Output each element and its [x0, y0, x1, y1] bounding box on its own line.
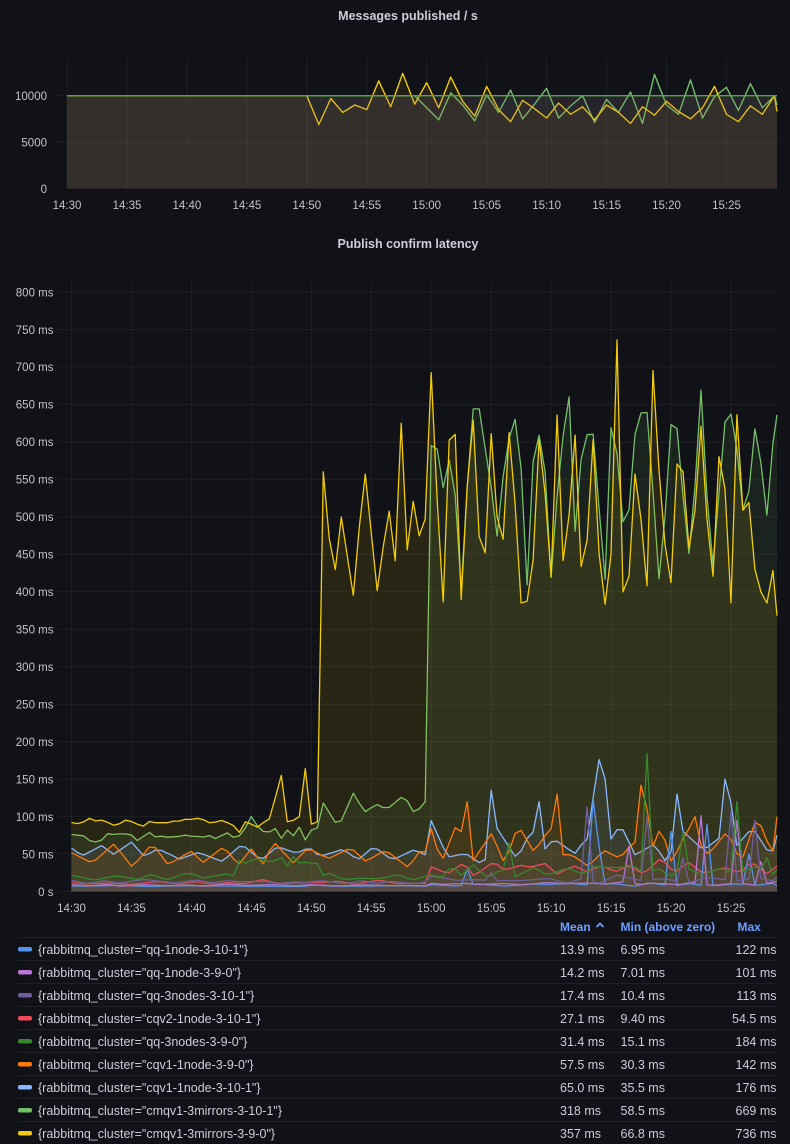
svg-text:650 ms: 650 ms — [16, 400, 54, 412]
svg-text:7.01 ms: 7.01 ms — [621, 966, 665, 980]
svg-text:10.4 ms: 10.4 ms — [621, 989, 665, 1003]
svg-text:14:40: 14:40 — [173, 200, 202, 212]
svg-text:14:45: 14:45 — [237, 903, 266, 915]
svg-text:Max: Max — [738, 920, 762, 934]
svg-text:14:50: 14:50 — [297, 903, 326, 915]
svg-text:15:20: 15:20 — [657, 903, 686, 915]
svg-text:35.5 ms: 35.5 ms — [621, 1081, 665, 1095]
svg-text:0: 0 — [41, 184, 47, 196]
svg-text:Mean: Mean — [560, 920, 591, 934]
svg-text:6.95 ms: 6.95 ms — [621, 943, 665, 957]
svg-text:15:10: 15:10 — [537, 903, 566, 915]
svg-text:10000: 10000 — [15, 91, 47, 103]
svg-text:176 ms: 176 ms — [736, 1081, 777, 1095]
svg-text:700 ms: 700 ms — [16, 362, 54, 374]
svg-text:65.0 ms: 65.0 ms — [560, 1081, 604, 1095]
svg-text:14:35: 14:35 — [117, 903, 146, 915]
svg-text:14:35: 14:35 — [113, 200, 142, 212]
svg-text:9.40 ms: 9.40 ms — [621, 1012, 665, 1026]
svg-text:{rabbitmq_cluster="cqv2-1node-: {rabbitmq_cluster="cqv2-1node-3-10-1"} — [38, 1012, 261, 1026]
svg-text:450 ms: 450 ms — [16, 550, 54, 562]
svg-text:15:25: 15:25 — [717, 903, 746, 915]
svg-text:113 ms: 113 ms — [736, 989, 776, 1003]
svg-text:101 ms: 101 ms — [736, 966, 777, 980]
svg-text:142 ms: 142 ms — [736, 1058, 777, 1072]
svg-text:57.5 ms: 57.5 ms — [560, 1058, 604, 1072]
svg-text:{rabbitmq_cluster="qq-3nodes-3: {rabbitmq_cluster="qq-3nodes-3-10-1"} — [38, 989, 254, 1003]
svg-text:50 ms: 50 ms — [22, 849, 54, 861]
svg-text:15:15: 15:15 — [592, 200, 621, 212]
svg-text:318 ms: 318 ms — [560, 1104, 601, 1118]
svg-text:Min (above zero): Min (above zero) — [621, 920, 716, 934]
svg-text:400 ms: 400 ms — [16, 587, 54, 599]
svg-text:27.1 ms: 27.1 ms — [560, 1012, 604, 1026]
svg-text:{rabbitmq_cluster="cmqv1-3mirr: {rabbitmq_cluster="cmqv1-3mirrors-3-9-0"… — [38, 1127, 275, 1141]
svg-text:66.8 ms: 66.8 ms — [621, 1127, 665, 1141]
svg-text:357 ms: 357 ms — [560, 1127, 601, 1141]
svg-text:350 ms: 350 ms — [16, 625, 54, 637]
svg-text:{rabbitmq_cluster="cqv1-1node-: {rabbitmq_cluster="cqv1-1node-3-10-1"} — [38, 1081, 261, 1095]
svg-text:54.5 ms: 54.5 ms — [732, 1012, 776, 1026]
svg-text:14:30: 14:30 — [57, 903, 86, 915]
svg-text:250 ms: 250 ms — [16, 700, 54, 712]
svg-text:15:00: 15:00 — [412, 200, 441, 212]
svg-text:184 ms: 184 ms — [736, 1035, 777, 1049]
svg-text:5000: 5000 — [21, 137, 47, 149]
svg-text:150 ms: 150 ms — [16, 774, 54, 786]
svg-text:800 ms: 800 ms — [16, 287, 54, 299]
svg-text:14:45: 14:45 — [233, 200, 262, 212]
svg-text:100 ms: 100 ms — [16, 812, 54, 824]
svg-text:15.1 ms: 15.1 ms — [621, 1035, 665, 1049]
svg-text:{rabbitmq_cluster="cqv1-1node-: {rabbitmq_cluster="cqv1-1node-3-9-0"} — [38, 1058, 254, 1072]
svg-text:14:40: 14:40 — [177, 903, 206, 915]
svg-text:{rabbitmq_cluster="cmqv1-3mirr: {rabbitmq_cluster="cmqv1-3mirrors-3-10-1… — [38, 1104, 282, 1118]
svg-text:14:55: 14:55 — [357, 903, 386, 915]
svg-text:200 ms: 200 ms — [16, 737, 54, 749]
svg-text:550 ms: 550 ms — [16, 475, 54, 487]
svg-text:14:55: 14:55 — [352, 200, 381, 212]
svg-text:15:05: 15:05 — [472, 200, 501, 212]
svg-text:14:30: 14:30 — [53, 200, 82, 212]
svg-text:{rabbitmq_cluster="qq-3nodes-3: {rabbitmq_cluster="qq-3nodes-3-9-0"} — [38, 1035, 247, 1049]
svg-text:15:05: 15:05 — [477, 903, 506, 915]
svg-text:14:50: 14:50 — [292, 200, 321, 212]
svg-text:15:10: 15:10 — [532, 200, 561, 212]
svg-text:{rabbitmq_cluster="qq-1node-3-: {rabbitmq_cluster="qq-1node-3-9-0"} — [38, 966, 241, 980]
svg-text:669 ms: 669 ms — [736, 1104, 777, 1118]
svg-text:736 ms: 736 ms — [736, 1127, 777, 1141]
svg-text:31.4 ms: 31.4 ms — [560, 1035, 604, 1049]
svg-text:300 ms: 300 ms — [16, 662, 54, 674]
svg-text:17.4 ms: 17.4 ms — [560, 989, 604, 1003]
svg-text:13.9 ms: 13.9 ms — [560, 943, 604, 957]
svg-text:14.2 ms: 14.2 ms — [560, 966, 604, 980]
svg-text:30.3 ms: 30.3 ms — [621, 1058, 665, 1072]
svg-text:750 ms: 750 ms — [16, 325, 54, 337]
svg-text:15:00: 15:00 — [417, 903, 446, 915]
svg-text:15:25: 15:25 — [712, 200, 741, 212]
svg-text:0 s: 0 s — [38, 887, 54, 899]
svg-text:122 ms: 122 ms — [736, 943, 777, 957]
svg-text:500 ms: 500 ms — [16, 512, 54, 524]
svg-text:15:15: 15:15 — [597, 903, 626, 915]
svg-text:600 ms: 600 ms — [16, 437, 54, 449]
svg-text:15:20: 15:20 — [652, 200, 681, 212]
svg-text:58.5 ms: 58.5 ms — [621, 1104, 665, 1118]
svg-text:{rabbitmq_cluster="qq-1node-3-: {rabbitmq_cluster="qq-1node-3-10-1"} — [38, 943, 248, 957]
